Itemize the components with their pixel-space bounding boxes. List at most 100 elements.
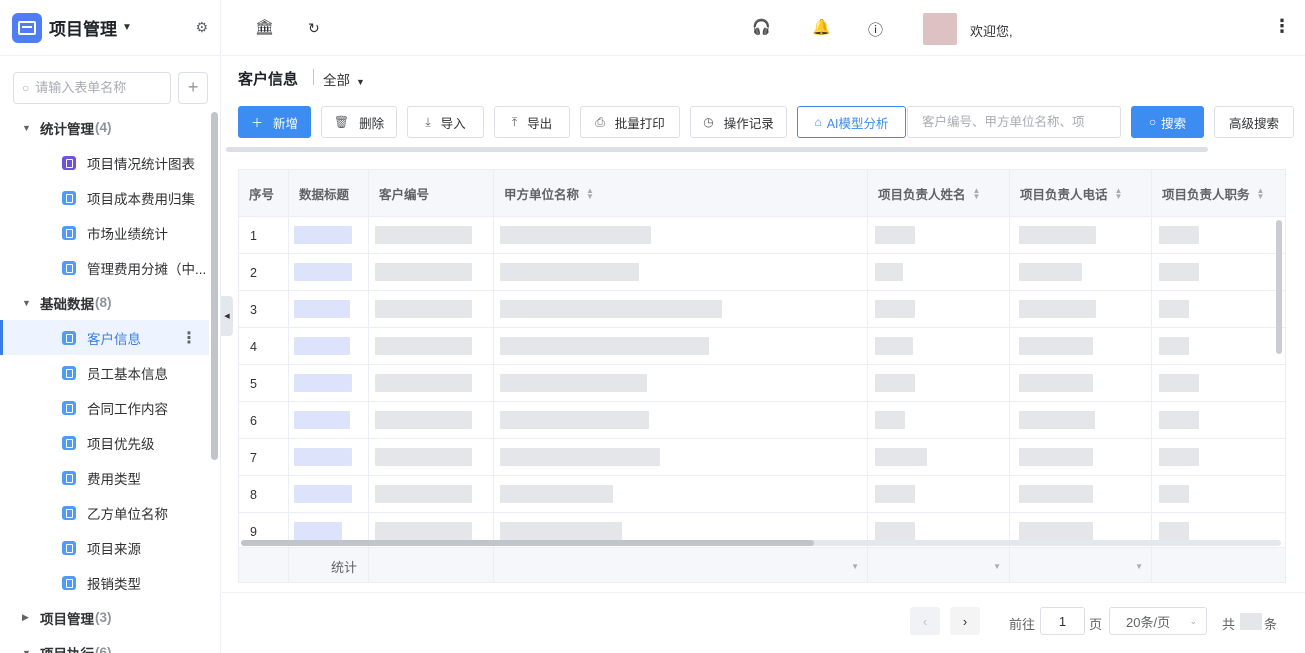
- column-title: 数据标题: [299, 188, 350, 202]
- toolbar-scrollbar[interactable]: [226, 147, 1208, 152]
- tree-item[interactable]: 管理费用分摊（中...: [0, 250, 209, 285]
- avatar[interactable]: [923, 13, 957, 45]
- import-button[interactable]: ⤓ 导入: [407, 106, 484, 138]
- advanced-search-button[interactable]: 高级搜索: [1214, 106, 1294, 138]
- table-row[interactable]: 5: [239, 365, 1285, 402]
- page-title: 客户信息: [238, 71, 299, 88]
- app-switcher[interactable]: 项目管理 ▼ ⚙: [0, 0, 220, 56]
- scope-label: 全部: [323, 73, 350, 88]
- tree-item[interactable]: 项目情况统计图表: [0, 145, 209, 180]
- summary-dropdown[interactable]: ▼: [1010, 548, 1152, 582]
- tree-item[interactable]: 报销类型: [0, 565, 209, 600]
- table-row[interactable]: 1: [239, 217, 1285, 254]
- column-header-sortable[interactable]: 甲方单位名称 ▲ ▼: [494, 170, 868, 217]
- column-header-sortable[interactable]: 项目负责人职务 ▲ ▼: [1152, 170, 1285, 217]
- column-header-sortable[interactable]: 项目负责人姓名 ▲ ▼: [868, 170, 1010, 217]
- ai-analysis-label: AI模型分析: [826, 116, 889, 131]
- prev-page-button[interactable]: ‹: [910, 607, 940, 635]
- help-icon[interactable]: ⓘ: [868, 19, 883, 40]
- headset-icon[interactable]: 🎧: [752, 18, 771, 36]
- table-row[interactable]: 2: [239, 254, 1285, 291]
- data-table: 序号 数据标题 客户编号 甲方单位名称 ▲ ▼ 项目负责人姓名 ▲ ▼ 项目负责人电话 ▲…: [238, 169, 1286, 583]
- sort-icon[interactable]: ▲ ▼: [1257, 186, 1265, 200]
- export-button[interactable]: ⤒ 导出: [494, 106, 570, 138]
- form-icon: [62, 260, 76, 275]
- summary-dropdown[interactable]: ▼: [494, 548, 868, 582]
- sort-icon[interactable]: ▲ ▼: [586, 186, 594, 200]
- add-form-button[interactable]: +: [178, 71, 208, 104]
- bell-icon[interactable]: 🔔: [812, 18, 831, 36]
- table-horizontal-scrollbar[interactable]: [241, 540, 1281, 546]
- table-search-input[interactable]: [922, 115, 1106, 129]
- total-suffix: 条: [1264, 617, 1278, 632]
- delete-button[interactable]: 🗑 删除: [321, 106, 397, 138]
- tree-group-statistics[interactable]: ▼ 统计管理 (4): [0, 110, 209, 145]
- tree-item-label: 管理费用分摊（中...: [87, 261, 207, 277]
- search-label: 搜索: [1161, 116, 1187, 131]
- tree-item[interactable]: 项目优先级: [0, 425, 209, 460]
- redacted-value: [875, 485, 915, 503]
- form-icon: [62, 365, 76, 380]
- refresh-icon[interactable]: ↻: [308, 20, 320, 37]
- batch-print-button[interactable]: ⎙ 批量打印: [580, 106, 680, 138]
- tree-item[interactable]: 合同工作内容: [0, 390, 209, 425]
- tree-group-project-management[interactable]: ▶ 项目管理 (3): [0, 600, 209, 635]
- column-title: 项目负责人姓名: [878, 188, 966, 202]
- redacted-value: [500, 337, 709, 355]
- table-cell: [868, 365, 1010, 402]
- group-count: (4): [95, 120, 112, 135]
- page-number-input[interactable]: 1: [1040, 607, 1085, 635]
- sort-icon[interactable]: ▲ ▼: [973, 186, 981, 200]
- redacted-value: [1159, 226, 1199, 244]
- table-cell: [369, 328, 494, 365]
- table-cell: [868, 291, 1010, 328]
- table-cell: [289, 217, 369, 254]
- ai-analysis-button[interactable]: ⌂ AI模型分析: [797, 106, 906, 138]
- table-row[interactable]: 3: [239, 291, 1285, 328]
- collapse-sidebar-toggle[interactable]: ◀: [221, 296, 233, 336]
- bank-icon[interactable]: 🏛: [255, 18, 274, 36]
- scrollbar-thumb[interactable]: [241, 540, 814, 546]
- table-row[interactable]: 8: [239, 476, 1285, 513]
- table-row[interactable]: 7: [239, 439, 1285, 476]
- chevron-left-icon: ‹: [922, 613, 928, 629]
- table-row[interactable]: 4: [239, 328, 1285, 365]
- tree-item[interactable]: 市场业绩统计: [0, 215, 209, 250]
- next-page-button[interactable]: ›: [950, 607, 980, 635]
- welcome-text: 欢迎您,: [970, 24, 1013, 39]
- form-search-input[interactable]: [35, 80, 156, 95]
- column-title: 项目负责人电话: [1020, 188, 1108, 202]
- table-vertical-scrollbar[interactable]: [1276, 220, 1282, 354]
- caret-down-icon: ▼: [1135, 562, 1143, 571]
- tree-group-project-execution[interactable]: ▼ 项目执行(6): [0, 635, 209, 653]
- operation-log-button[interactable]: ◷ 操作记录: [690, 106, 787, 138]
- scope-dropdown[interactable]: 全部 ▼: [323, 69, 365, 89]
- add-button[interactable]: ＋ 新增: [238, 106, 311, 138]
- column-title: 项目负责人职务: [1162, 188, 1250, 202]
- tree-item[interactable]: 员工基本信息: [0, 355, 209, 390]
- row-number-cell: 6: [239, 402, 289, 439]
- search-button[interactable]: ○ 搜索: [1131, 106, 1204, 138]
- tree-item[interactable]: 项目来源: [0, 530, 209, 565]
- table-cell: [1152, 328, 1285, 365]
- tree-item[interactable]: 乙方单位名称: [0, 495, 209, 530]
- more-vertical-icon[interactable]: ⋮: [1273, 16, 1291, 37]
- tree-item[interactable]: 项目成本费用归集: [0, 180, 209, 215]
- table-cell: [369, 291, 494, 328]
- summary-dropdown[interactable]: ▼: [868, 548, 1010, 582]
- tree-item-active[interactable]: 客户信息 ⋮: [0, 320, 209, 355]
- redacted-value: [375, 300, 472, 318]
- row-number-cell: 7: [239, 439, 289, 476]
- settings-gear-icon[interactable]: ⚙: [195, 19, 208, 36]
- page-size-select[interactable]: 20条/页 ⌄: [1109, 607, 1207, 635]
- sort-icon[interactable]: ▲ ▼: [1115, 186, 1123, 200]
- column-header-sortable[interactable]: 项目负责人电话 ▲ ▼: [1010, 170, 1152, 217]
- table-cell: [494, 439, 868, 476]
- more-vertical-icon[interactable]: ⋮: [181, 328, 197, 348]
- table-cell: [868, 439, 1010, 476]
- tree-item[interactable]: 费用类型: [0, 460, 209, 495]
- table-row[interactable]: 6: [239, 402, 1285, 439]
- redacted-value: [1019, 263, 1082, 281]
- tree-group-basic-data[interactable]: ▼ 基础数据 (8): [0, 285, 209, 320]
- sidebar-scrollbar[interactable]: [211, 112, 218, 460]
